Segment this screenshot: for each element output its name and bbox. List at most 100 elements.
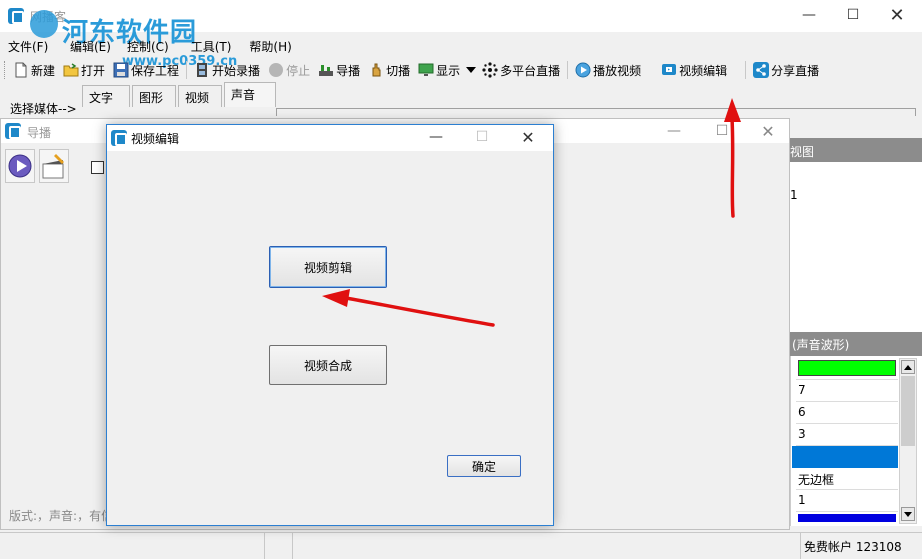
wave-color-row[interactable] [796, 358, 898, 380]
prop-value: 6 [798, 405, 806, 419]
display-dropdown-arrow[interactable] [464, 59, 478, 81]
maximize-button[interactable]: ☐ [830, 0, 876, 30]
arrow-down-icon [904, 511, 912, 517]
toolbar-grip [4, 61, 7, 79]
director-title: 导播 [27, 126, 52, 140]
director-play-button[interactable] [5, 149, 35, 183]
border-color-row[interactable] [796, 512, 898, 526]
prop-row[interactable]: 7 [796, 380, 898, 402]
close-button[interactable]: ✕ [874, 0, 920, 30]
media-select-row: 选择媒体--> 文字 图形 视频 声音 [0, 82, 922, 116]
tab-shape[interactable]: 图形 [132, 85, 176, 107]
scroll-up-button[interactable] [901, 360, 915, 374]
play-video-label: 播放视频 [593, 63, 642, 78]
director-app-icon [5, 123, 21, 139]
stop-button[interactable]: 停止 [264, 59, 314, 81]
multi-platform-live-button[interactable]: 多平台直播 [478, 59, 564, 81]
open-label: 打开 [81, 63, 106, 78]
toolbar-separator [186, 61, 188, 79]
prop-value: 1 [798, 493, 806, 507]
tab-video[interactable]: 视频 [178, 85, 222, 107]
toolbar-separator [745, 61, 747, 79]
play-video-button[interactable]: 播放视频 [571, 59, 645, 81]
play-disc-icon [8, 154, 32, 178]
clapper-pencil-icon [42, 154, 64, 179]
scroll-down-button[interactable] [901, 507, 915, 521]
minimize-button[interactable]: — [786, 0, 832, 30]
director-minimize-button[interactable]: — [651, 116, 697, 146]
stop-icon [269, 63, 284, 77]
wave-header: (声音波形) [790, 332, 922, 356]
film-icon [197, 63, 208, 77]
video-edit-dialog: 视频编辑 — ☐ ✕ 视频剪辑 视频合成 确定 [106, 124, 554, 526]
prop-row[interactable]: 无边框 [796, 468, 898, 490]
monitor-icon [418, 63, 434, 76]
wave-color-swatch [798, 360, 896, 376]
director-button[interactable]: 导播 [314, 59, 364, 81]
prop-row[interactable]: 1 [796, 490, 898, 512]
account-status: 免费帐户 123108 [804, 540, 902, 554]
open-button[interactable]: 打开 [59, 59, 109, 81]
tab-audio[interactable]: 声音 [224, 82, 276, 107]
play-circle-icon [575, 62, 591, 78]
open-folder-icon [63, 63, 79, 77]
new-label: 新建 [31, 63, 56, 78]
multi-live-label: 多平台直播 [500, 63, 561, 78]
director-close-button[interactable]: ✕ [745, 116, 791, 146]
dialog-title: 视频编辑 [131, 132, 180, 146]
prop-row[interactable]: 3 [796, 424, 898, 446]
start-record-label: 开始录播 [212, 63, 261, 78]
ok-button[interactable]: 确定 [447, 455, 521, 477]
selected-prop-row[interactable] [792, 446, 898, 468]
display-label: 显示 [436, 63, 461, 78]
director-edit-button[interactable] [39, 149, 69, 183]
network-dots-icon [482, 62, 498, 78]
director-maximize-button[interactable]: ☐ [699, 116, 745, 146]
video-edit-button[interactable]: 视频编辑 [657, 59, 731, 81]
switch-hand-icon [372, 63, 381, 77]
dropdown-arrow-icon [466, 67, 477, 73]
switch-label: 切播 [386, 63, 411, 78]
video-edit-icon [662, 64, 677, 75]
tab-content-frame [276, 108, 916, 116]
share-icon [753, 62, 770, 78]
start-record-button[interactable]: 开始录播 [190, 59, 264, 81]
prop-value: 3 [798, 427, 806, 441]
dialog-titlebar: 视频编辑 — ☐ ✕ [107, 125, 553, 151]
dialog-app-icon [111, 130, 127, 146]
save-label: 保存工程 [131, 63, 180, 78]
scroll-thumb[interactable] [901, 376, 915, 446]
view-value: 1 [790, 188, 798, 202]
display-button[interactable]: 显示 [414, 59, 464, 81]
menu-help[interactable]: 帮助(H) [241, 36, 299, 56]
property-scrollbar[interactable] [899, 358, 917, 524]
menu-edit[interactable]: 编辑(E) [62, 36, 119, 56]
video-cut-button[interactable]: 视频剪辑 [269, 246, 387, 288]
director-label: 导播 [336, 63, 361, 78]
dialog-maximize-button[interactable]: ☐ [459, 123, 505, 151]
menubar: 文件(F) 编辑(E) 控制(C) 工具(T) 帮助(H) [0, 36, 922, 56]
director-icon [319, 65, 334, 76]
prop-value: 无边框 [798, 473, 835, 487]
wave-header-label: (声音波形) [792, 338, 850, 352]
save-disk-icon [113, 62, 129, 78]
switch-button[interactable]: 切播 [364, 59, 414, 81]
share-live-button[interactable]: 分享直播 [749, 59, 823, 81]
arrow-up-icon [904, 364, 912, 370]
video-edit-label: 视频编辑 [679, 63, 728, 78]
new-button[interactable]: 新建 [9, 59, 59, 81]
tab-text[interactable]: 文字 [82, 85, 130, 107]
prop-row[interactable]: 6 [796, 402, 898, 424]
statusbar: 免费帐户 123108 [0, 532, 922, 559]
video-merge-button[interactable]: 视频合成 [269, 345, 387, 385]
menu-file[interactable]: 文件(F) [0, 36, 60, 56]
dialog-minimize-button[interactable]: — [413, 123, 459, 151]
border-color-swatch [798, 514, 896, 522]
director-checkbox[interactable] [91, 161, 104, 174]
menu-control[interactable]: 控制(C) [119, 36, 177, 56]
dialog-close-button[interactable]: ✕ [505, 123, 551, 151]
media-select-label: 选择媒体--> [10, 102, 77, 116]
menu-tools[interactable]: 工具(T) [183, 36, 240, 56]
save-project-button[interactable]: 保存工程 [109, 59, 183, 81]
status-divider [292, 533, 293, 559]
